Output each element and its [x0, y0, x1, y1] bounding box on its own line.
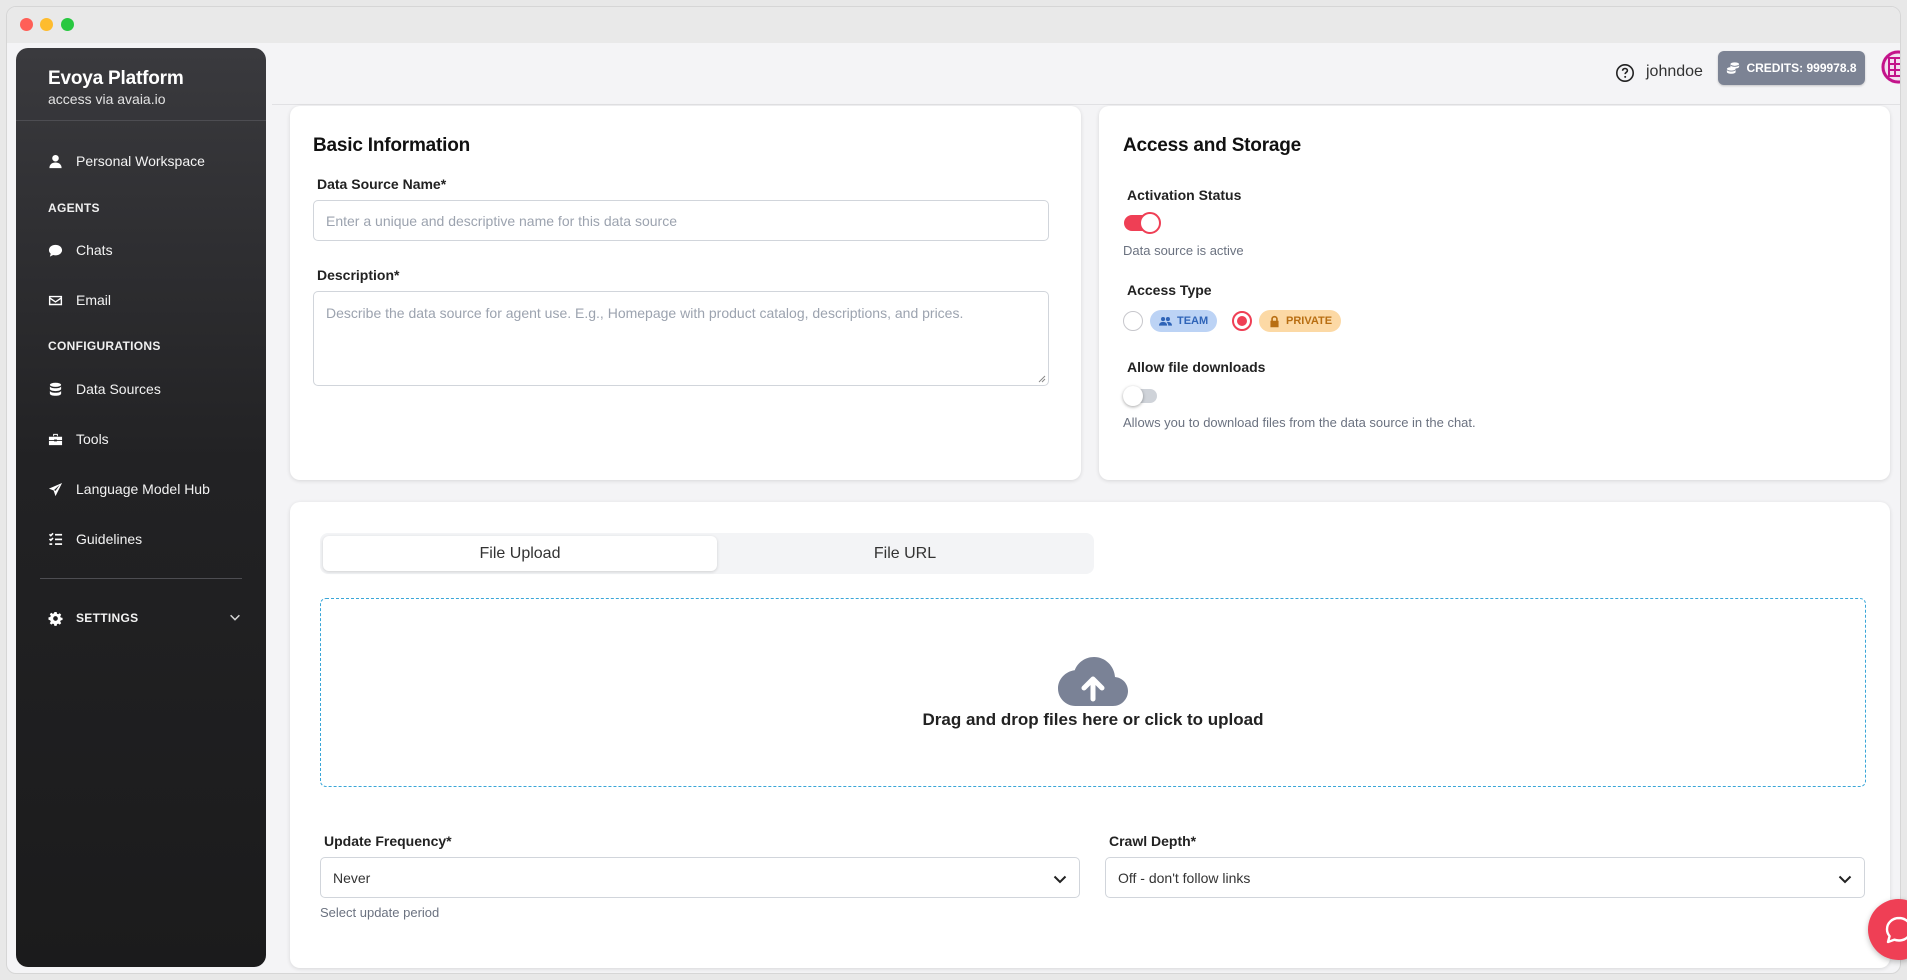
section-agents: AGENTS	[48, 201, 100, 215]
update-frequency-select[interactable]: Never	[320, 857, 1080, 898]
access-type-label: Access Type	[1127, 282, 1212, 298]
brand-subtitle: access via avaia.io	[48, 91, 166, 107]
lock-icon	[1270, 315, 1279, 327]
sidebar-item-email[interactable]: Email	[48, 288, 111, 312]
sidebar: Evoya Platform access via avaia.io Perso…	[16, 48, 266, 967]
team-chip[interactable]: TEAM	[1150, 310, 1218, 332]
basic-information-title: Basic Information	[313, 135, 471, 156]
user-icon	[49, 154, 62, 168]
sidebar-item-chats[interactable]: Chats	[48, 238, 113, 262]
checklist-icon	[48, 532, 63, 545]
sidebar-item-tools[interactable]: Tools	[48, 427, 109, 451]
sidebar-item-label: Data Sources	[76, 381, 161, 397]
sidebar-item-label: Guidelines	[76, 531, 143, 547]
credits-label: CREDITS: 999978.8	[1746, 61, 1857, 75]
maximize-window-button[interactable]	[61, 18, 74, 31]
section-configurations: CONFIGURATIONS	[48, 339, 161, 353]
crawl-depth-value: Off - don't follow links	[1118, 869, 1251, 886]
minimize-window-button[interactable]	[40, 18, 53, 31]
mail-icon	[48, 295, 63, 305]
close-window-button[interactable]	[20, 18, 33, 31]
activation-helper: Data source is active	[1123, 243, 1244, 258]
brand-title: Evoya Platform	[48, 68, 184, 89]
basic-information-card: Basic Information Data Source Name* Ente…	[290, 106, 1081, 480]
sidebar-item-label: Tools	[76, 431, 109, 447]
data-source-name-label: Data Source Name*	[317, 176, 447, 192]
data-source-name-input[interactable]: Enter a unique and descriptive name for …	[313, 200, 1049, 241]
chevron-down-icon[interactable]	[228, 610, 242, 624]
database-icon	[49, 382, 62, 396]
sidebar-item-language-model-hub[interactable]: Language Model Hub	[48, 477, 210, 501]
update-frequency-helper: Select update period	[320, 905, 440, 920]
title-bar	[7, 7, 1900, 43]
brand: Evoya Platform access via avaia.io	[16, 48, 266, 121]
sidebar-item-label: Email	[76, 292, 112, 308]
downloads-toggle[interactable]	[1123, 386, 1157, 406]
team-label: TEAM	[1177, 315, 1209, 327]
access-storage-card: Access and Storage Activation Status Dat…	[1099, 106, 1890, 480]
cloud-upload-icon	[1058, 657, 1128, 706]
activation-status-label: Activation Status	[1127, 187, 1242, 203]
chat-icon	[48, 244, 63, 257]
upload-tabs: File Upload File URL	[320, 533, 1094, 574]
allow-downloads-label: Allow file downloads	[1127, 359, 1266, 375]
help-icon[interactable]	[1615, 63, 1635, 83]
sidebar-item-personal-workspace[interactable]: Personal Workspace	[48, 149, 205, 173]
sidebar-item-label: Language Model Hub	[76, 481, 210, 497]
access-storage-title: Access and Storage	[1123, 135, 1302, 156]
tab-file-url[interactable]: File URL	[720, 536, 1090, 571]
sidebar-item-label: Personal Workspace	[76, 153, 205, 169]
gear-icon	[48, 611, 63, 626]
file-dropzone[interactable]: Drag and drop files here or click to upl…	[320, 598, 1866, 787]
team-radio[interactable]	[1123, 311, 1143, 331]
sidebar-divider	[40, 578, 242, 579]
toggle-knob	[1139, 212, 1161, 234]
dropzone-text: Drag and drop files here or click to upl…	[922, 710, 1264, 729]
top-bar: johndoe CREDITS: 999978.8	[272, 43, 1900, 105]
resize-handle-icon[interactable]	[1038, 375, 1046, 383]
toggle-knob	[1123, 386, 1143, 406]
crawl-depth-select[interactable]: Off - don't follow links	[1105, 857, 1865, 898]
avatar[interactable]	[1881, 50, 1900, 84]
private-chip[interactable]: PRIVATE	[1259, 310, 1342, 332]
settings-label: SETTINGS	[76, 611, 139, 625]
chevron-down-icon	[1838, 875, 1852, 884]
private-radio[interactable]	[1232, 311, 1252, 331]
username[interactable]: johndoe	[1646, 63, 1703, 81]
update-frequency-label: Update Frequency*	[324, 833, 452, 849]
description-label: Description*	[317, 267, 400, 283]
chevron-down-icon	[1053, 875, 1067, 884]
sidebar-item-guidelines[interactable]: Guidelines	[48, 527, 142, 551]
toolbox-icon	[48, 433, 63, 445]
sidebar-item-data-sources[interactable]: Data Sources	[48, 377, 161, 401]
private-label: PRIVATE	[1286, 315, 1333, 327]
update-frequency-value: Never	[333, 869, 371, 886]
data-source-name-placeholder: Enter a unique and descriptive name for …	[326, 212, 677, 229]
coins-icon	[1727, 62, 1740, 74]
avatar-pattern-icon	[1881, 50, 1900, 84]
credits-badge[interactable]: CREDITS: 999978.8	[1718, 51, 1865, 85]
activation-toggle[interactable]	[1124, 212, 1161, 234]
crawl-depth-label: Crawl Depth*	[1109, 833, 1197, 849]
users-icon	[1159, 316, 1172, 326]
sidebar-item-settings[interactable]: SETTINGS	[48, 606, 138, 630]
paper-plane-icon	[48, 482, 63, 496]
chat-bubble-icon	[1885, 916, 1907, 944]
tab-file-upload[interactable]: File Upload	[323, 536, 717, 571]
app-window: Evoya Platform access via avaia.io Perso…	[6, 6, 1901, 974]
description-textarea[interactable]: Describe the data source for agent use. …	[313, 291, 1049, 386]
description-placeholder: Describe the data source for agent use. …	[326, 305, 964, 321]
downloads-helper: Allows you to download files from the da…	[1123, 415, 1476, 430]
sidebar-item-label: Chats	[76, 242, 113, 258]
